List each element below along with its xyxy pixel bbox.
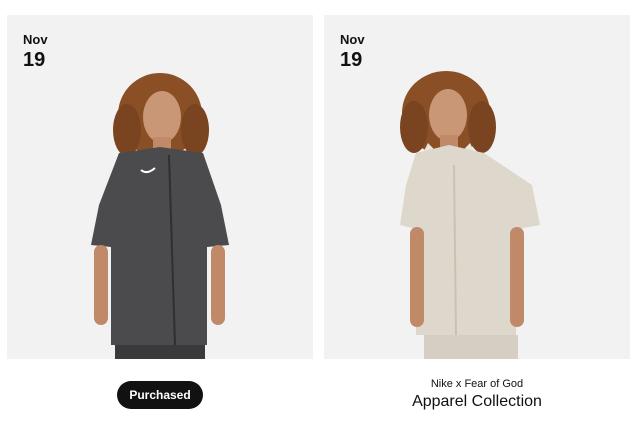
product-subtitle[interactable]: Nike x Fear of God <box>324 378 630 390</box>
product-card-right[interactable]: Nov 19 <box>324 15 630 359</box>
product-image-cream-shirt <box>400 71 540 359</box>
date-day: 19 <box>340 49 363 71</box>
product-card-left[interactable]: Nov 19 <box>7 15 313 359</box>
date-month: Nov <box>340 32 365 47</box>
purchased-button[interactable]: Purchased <box>117 381 203 409</box>
date-day: 19 <box>23 49 46 71</box>
release-date: Nov 19 <box>23 33 48 70</box>
product-image-dark-shirt <box>91 73 229 359</box>
product-title[interactable]: Apparel Collection <box>324 393 630 411</box>
card-footer-right: Nike x Fear of God Apparel Collection <box>324 359 630 421</box>
release-date: Nov 19 <box>340 33 365 70</box>
date-month: Nov <box>23 32 48 47</box>
card-footer-left: Purchased <box>7 359 313 421</box>
